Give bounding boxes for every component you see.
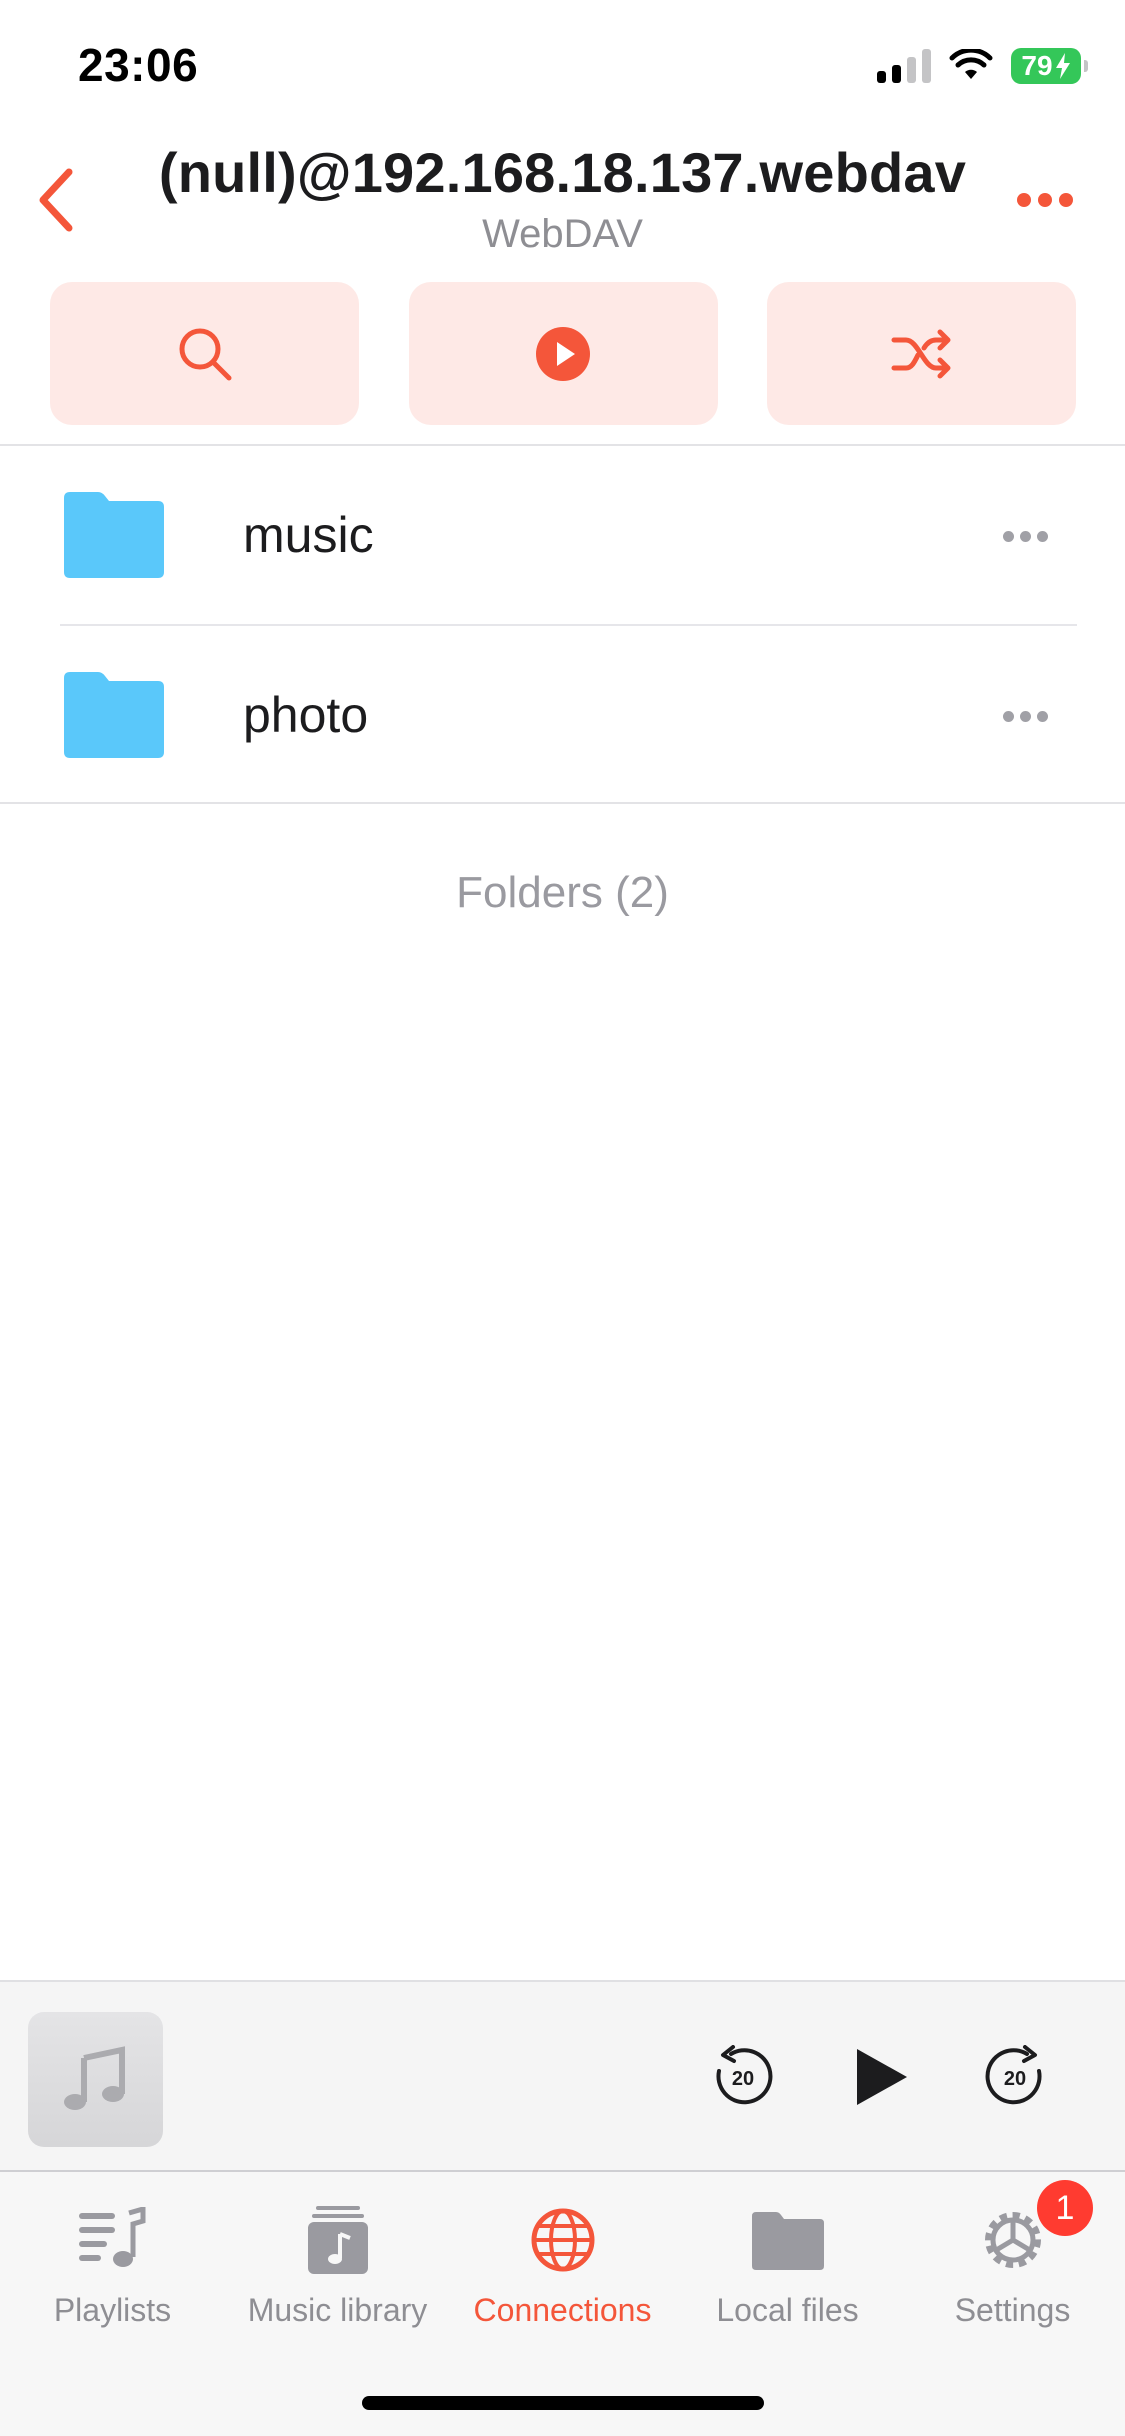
nav-header: (null)@192.168.18.137.webdav WebDAV — [0, 130, 1125, 270]
tab-label: Playlists — [53, 2292, 172, 2328]
play-button[interactable] — [826, 2022, 936, 2132]
page-subtitle: WebDAV — [482, 212, 643, 256]
folder-list: music photo — [0, 446, 1125, 806]
tab-label: Local files — [716, 2292, 859, 2328]
tab-music-library[interactable]: Music library — [225, 2172, 450, 2352]
tab-playlists[interactable]: Playlists — [0, 2172, 225, 2352]
tab-settings[interactable]: 1 Settings — [900, 2172, 1125, 2352]
divider — [0, 802, 1125, 804]
more-options-button[interactable] — [1005, 170, 1085, 230]
action-bar — [50, 282, 1076, 425]
notification-badge: 1 — [1037, 2180, 1093, 2236]
tab-label: Connections — [473, 2292, 652, 2328]
folders-count: Folders (2) — [456, 868, 669, 917]
page-title: (null)@192.168.18.137.webdav — [158, 141, 967, 204]
tab-local-files[interactable]: Local files — [675, 2172, 900, 2352]
list-item[interactable]: music — [0, 446, 1125, 626]
playlists-icon — [68, 2200, 158, 2280]
tab-bar: Playlists Music library Connections Loca… — [0, 2172, 1125, 2436]
rewind-20-icon: 20 — [716, 2045, 773, 2105]
list-item-name: photo — [243, 687, 369, 743]
wifi-icon — [949, 49, 993, 79]
mini-player[interactable]: 20 20 — [0, 1980, 1125, 2172]
play-circle-icon — [536, 326, 590, 381]
item-more-button[interactable] — [995, 696, 1055, 736]
shuffle-button[interactable] — [767, 282, 1076, 425]
tab-connections[interactable]: Connections — [450, 2172, 675, 2352]
charging-bolt-icon — [1055, 53, 1070, 79]
forward-seconds: 20 — [1004, 2068, 1026, 2090]
folder-icon — [64, 492, 164, 578]
forward-20-icon: 20 — [985, 2045, 1042, 2105]
battery-level: 79 — [1021, 50, 1053, 81]
battery-icon: 79 — [1011, 48, 1088, 84]
folder-icon — [64, 672, 164, 758]
home-indicator[interactable] — [362, 2396, 764, 2410]
shuffle-icon — [891, 329, 950, 378]
music-library-icon — [293, 2200, 383, 2280]
status-time: 23:06 — [78, 39, 199, 91]
cellular-signal-icon — [877, 49, 931, 83]
folder-icon — [743, 2200, 833, 2280]
search-icon — [179, 328, 231, 380]
item-more-button[interactable] — [995, 516, 1055, 556]
status-bar: 23:06 79 — [0, 0, 1125, 130]
play-icon — [857, 2049, 907, 2105]
list-item[interactable]: photo — [0, 626, 1125, 806]
list-item-name: music — [243, 507, 374, 563]
status-indicators: 79 — [877, 48, 1088, 84]
search-button[interactable] — [50, 282, 359, 425]
tab-label: Settings — [954, 2292, 1071, 2328]
tab-label: Music library — [247, 2292, 428, 2328]
music-note-icon — [63, 2045, 125, 2110]
globe-icon — [518, 2200, 608, 2280]
forward-button[interactable]: 20 — [960, 2022, 1070, 2132]
album-artwork[interactable] — [28, 2012, 163, 2147]
rewind-button[interactable]: 20 — [688, 2022, 798, 2132]
play-all-button[interactable] — [408, 282, 718, 425]
rewind-seconds: 20 — [732, 2068, 754, 2090]
